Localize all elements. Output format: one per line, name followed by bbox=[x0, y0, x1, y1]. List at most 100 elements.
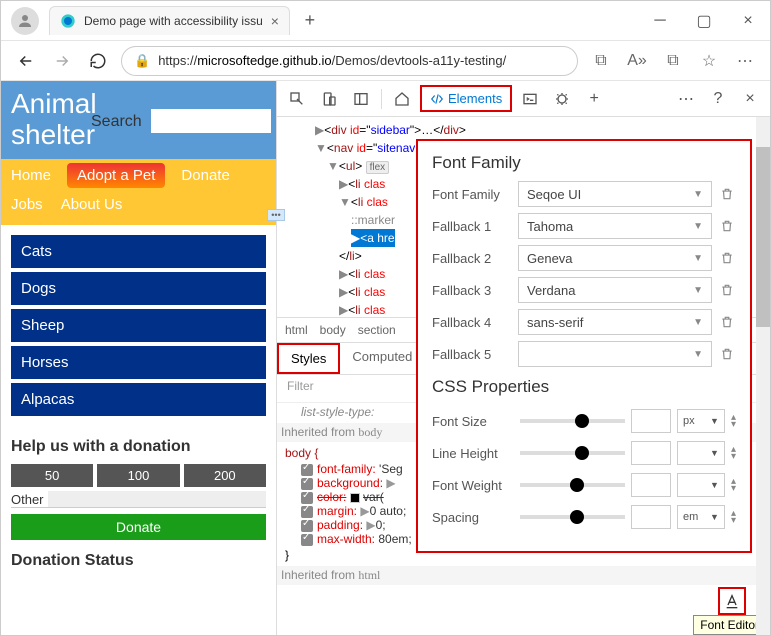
list-item[interactable]: Horses bbox=[11, 346, 266, 379]
value-input[interactable] bbox=[631, 505, 671, 529]
row-label: Font Family bbox=[432, 187, 512, 202]
slider[interactable] bbox=[520, 483, 625, 487]
welcome-icon[interactable] bbox=[388, 85, 416, 113]
font-select[interactable]: Tahoma▼ bbox=[518, 213, 712, 239]
list-item[interactable]: Cats bbox=[11, 235, 266, 268]
other-input[interactable] bbox=[48, 491, 266, 507]
unit-select[interactable]: em▼ bbox=[677, 505, 725, 529]
font-editor-popup: Font Family Font Family Seqoe UI▼ Fallba… bbox=[416, 139, 752, 553]
issues-icon[interactable] bbox=[548, 85, 576, 113]
unit-select[interactable]: px▼ bbox=[677, 409, 725, 433]
donation-section: Help us with a donation 50 100 200 Other… bbox=[1, 438, 276, 540]
prop-label: Font Weight bbox=[432, 478, 514, 493]
inspect-icon[interactable] bbox=[283, 85, 311, 113]
value-input[interactable] bbox=[631, 409, 671, 433]
trash-icon[interactable] bbox=[718, 251, 736, 265]
unit-select[interactable]: ▼ bbox=[677, 473, 725, 497]
url-text: https://microsoftedge.github.io/Demos/de… bbox=[158, 53, 506, 68]
trash-icon[interactable] bbox=[718, 187, 736, 201]
donate-button[interactable]: Donate bbox=[11, 514, 266, 540]
donation-heading: Help us with a donation bbox=[11, 438, 266, 456]
maximize-button[interactable]: ▢ bbox=[682, 1, 726, 41]
amount-200[interactable]: 200 bbox=[184, 464, 266, 487]
trash-icon[interactable] bbox=[718, 219, 736, 233]
device-icon[interactable] bbox=[315, 85, 343, 113]
slider[interactable] bbox=[520, 419, 625, 423]
new-tab-button[interactable]: + bbox=[296, 7, 324, 35]
panel-icon[interactable] bbox=[347, 85, 375, 113]
amount-100[interactable]: 100 bbox=[97, 464, 179, 487]
amount-50[interactable]: 50 bbox=[11, 464, 93, 487]
value-input[interactable] bbox=[631, 441, 671, 465]
favorite-icon[interactable]: ☆ bbox=[696, 48, 722, 74]
collections-icon[interactable]: ⧉ bbox=[660, 48, 686, 74]
refresh-button[interactable] bbox=[85, 48, 111, 74]
row-label: Fallback 4 bbox=[432, 315, 512, 330]
page-header: Animalshelter Search bbox=[1, 81, 276, 159]
prop-label: Font Size bbox=[432, 414, 514, 429]
close-icon[interactable]: × bbox=[271, 13, 279, 29]
more-icon[interactable]: ⋯ bbox=[732, 48, 758, 74]
status-heading: Donation Status bbox=[11, 552, 266, 570]
stepper[interactable]: ▴▾ bbox=[731, 510, 736, 524]
profile-avatar[interactable] bbox=[11, 7, 39, 35]
list-item[interactable]: Alpacas bbox=[11, 383, 266, 416]
font-select[interactable]: Geneva▼ bbox=[518, 245, 712, 271]
browser-tab[interactable]: Demo page with accessibility issu × bbox=[49, 6, 290, 35]
add-tab-icon[interactable]: + bbox=[580, 85, 608, 113]
lock-icon: 🔒 bbox=[134, 53, 150, 69]
trash-icon[interactable] bbox=[718, 283, 736, 297]
nav-about[interactable]: About Us bbox=[59, 192, 125, 217]
trash-icon[interactable] bbox=[718, 315, 736, 329]
nav-jobs[interactable]: Jobs bbox=[9, 192, 45, 217]
address-bar[interactable]: 🔒 https://microsoftedge.github.io/Demos/… bbox=[121, 46, 578, 76]
stepper[interactable]: ▴▾ bbox=[731, 478, 736, 492]
nav-donate[interactable]: Donate bbox=[179, 163, 231, 188]
font-select[interactable]: Verdana▼ bbox=[518, 277, 712, 303]
css-property-row: Font Weight ▼ ▴▾ bbox=[432, 473, 736, 497]
tab-elements[interactable]: Elements bbox=[420, 85, 512, 112]
other-label: Other bbox=[11, 492, 44, 507]
scrollbar[interactable] bbox=[756, 117, 770, 635]
font-editor-button[interactable] bbox=[718, 587, 746, 615]
close-devtools-icon[interactable]: × bbox=[736, 85, 764, 113]
stepper[interactable]: ▴▾ bbox=[731, 446, 736, 460]
stepper[interactable]: ▴▾ bbox=[731, 414, 736, 428]
page-viewport: Animalshelter Search Home Adopt a Pet Do… bbox=[1, 81, 277, 635]
list-item[interactable]: Sheep bbox=[11, 309, 266, 342]
list-item[interactable]: Dogs bbox=[11, 272, 266, 305]
css-property-row: Spacing em▼ ▴▾ bbox=[432, 505, 736, 529]
slider[interactable] bbox=[520, 515, 625, 519]
css-property-row: Line Height ▼ ▴▾ bbox=[432, 441, 736, 465]
trash-icon[interactable] bbox=[718, 347, 736, 361]
minimize-button[interactable]: ─ bbox=[638, 1, 682, 41]
row-label: Fallback 1 bbox=[432, 219, 512, 234]
prop-label: Spacing bbox=[432, 510, 514, 525]
window-titlebar: Demo page with accessibility issu × + ─ … bbox=[1, 1, 770, 41]
font-select[interactable]: Seqoe UI▼ bbox=[518, 181, 712, 207]
font-select[interactable]: sans-serif▼ bbox=[518, 309, 712, 335]
drag-handle[interactable]: ••• bbox=[267, 209, 285, 221]
nav-home[interactable]: Home bbox=[9, 163, 53, 188]
forward-button bbox=[49, 48, 75, 74]
tab-actions-icon[interactable]: ⧉ bbox=[588, 48, 614, 74]
slider[interactable] bbox=[520, 451, 625, 455]
font-select[interactable]: ▼ bbox=[518, 341, 712, 367]
tab-styles[interactable]: Styles bbox=[277, 343, 340, 374]
font-family-row: Fallback 4 sans-serif▼ bbox=[432, 309, 736, 335]
nav-adopt[interactable]: Adopt a Pet bbox=[67, 163, 165, 188]
prop-label: Line Height bbox=[432, 446, 514, 461]
reader-icon[interactable]: A» bbox=[624, 48, 650, 74]
more-tools-icon[interactable]: ⋯ bbox=[672, 85, 700, 113]
search-label: Search bbox=[91, 113, 142, 131]
unit-select[interactable]: ▼ bbox=[677, 441, 725, 465]
help-icon[interactable]: ? bbox=[704, 85, 732, 113]
back-button[interactable] bbox=[13, 48, 39, 74]
console-icon[interactable] bbox=[516, 85, 544, 113]
edge-icon bbox=[60, 13, 76, 29]
close-window-button[interactable]: × bbox=[726, 1, 770, 41]
value-input[interactable] bbox=[631, 473, 671, 497]
css-properties-heading: CSS Properties bbox=[432, 377, 736, 397]
search-input[interactable] bbox=[151, 109, 271, 133]
tab-computed[interactable]: Computed bbox=[340, 343, 424, 374]
